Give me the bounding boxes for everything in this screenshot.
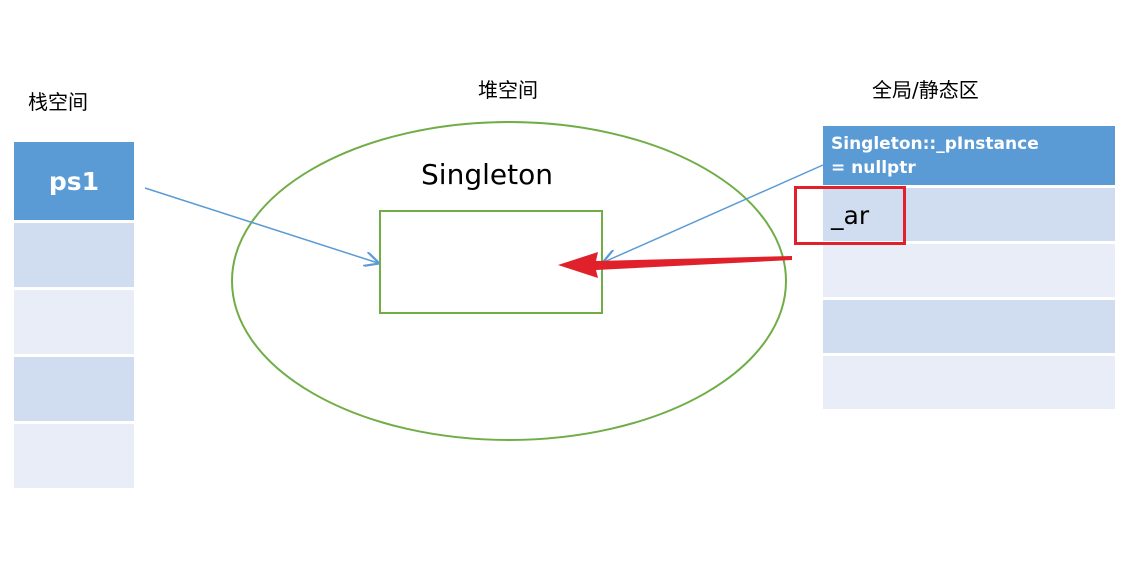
- diagram-overlay: Singleton: [144, 121, 824, 441]
- pinstance-pointer-arrow: [604, 164, 824, 262]
- ps1-pointer-arrow: [144, 187, 378, 263]
- singleton-label: Singleton: [421, 158, 553, 191]
- ar-red-arrow: [558, 252, 792, 278]
